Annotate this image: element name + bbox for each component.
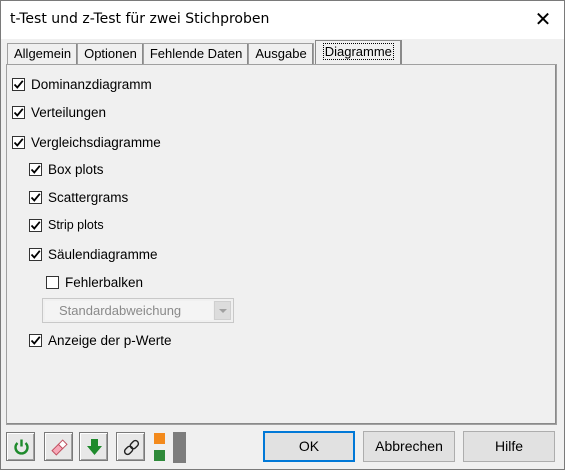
box-plots-checkbox[interactable]: Box plots — [29, 161, 104, 177]
checkmark-icon — [30, 192, 41, 202]
tab-label: Ausgabe — [255, 46, 307, 61]
box-plots-label: Box plots — [48, 161, 104, 177]
p-werte-checkbox[interactable]: Anzeige der p-Werte — [29, 332, 172, 348]
saeulendiagramme-checkbox[interactable]: Säulendiagramme — [29, 246, 158, 262]
fehlerbalken-label: Fehlerbalken — [65, 274, 144, 290]
tab-strip: Allgemein Optionen Fehlende Daten Ausgab… — [7, 40, 402, 64]
title-bar: t-Test und z-Test für zwei Stichproben ✕ — [1, 1, 564, 39]
chevron-down-icon[interactable] — [214, 301, 231, 320]
close-icon: ✕ — [534, 9, 552, 31]
cancel-button[interactable]: Abbrechen — [363, 431, 455, 462]
link-button[interactable] — [116, 432, 145, 461]
reset-button[interactable] — [44, 432, 73, 461]
checkbox-box — [12, 105, 25, 119]
help-button[interactable]: Hilfe — [463, 431, 555, 462]
tab-fehlende-daten[interactable]: Fehlende Daten — [142, 43, 250, 64]
dominanzdiagramm-label: Dominanzdiagramm — [31, 76, 152, 92]
bottom-bar: OK Abbrechen Hilfe — [1, 429, 564, 469]
download-button[interactable] — [79, 432, 108, 461]
checkmark-icon — [30, 335, 41, 345]
vergleichsdiagramme-checkbox[interactable]: Vergleichsdiagramme — [12, 134, 161, 150]
eraser-icon — [51, 439, 68, 456]
tab-optionen[interactable]: Optionen — [77, 43, 144, 64]
verteilungen-label: Verteilungen — [31, 104, 107, 120]
dominanzdiagramm-checkbox[interactable]: Dominanzdiagramm — [12, 76, 152, 92]
checkbox-box — [29, 190, 42, 204]
checkbox-box — [12, 135, 25, 149]
checkmark-icon — [13, 79, 24, 89]
verteilungen-checkbox[interactable]: Verteilungen — [12, 104, 106, 120]
strip-plots-label: Strip plots — [48, 218, 104, 232]
checkmark-icon — [13, 137, 24, 147]
tab-label: Diagramme — [322, 43, 394, 60]
dialog-window: t-Test und z-Test für zwei Stichproben ✕… — [0, 0, 565, 470]
green-swatch — [154, 450, 165, 461]
tab-diagramme[interactable]: Diagramme — [314, 40, 402, 64]
link-icon — [123, 439, 140, 456]
vergleichsdiagramme-label: Vergleichsdiagramme — [31, 134, 161, 150]
checkmark-icon — [30, 220, 41, 230]
checkbox-box — [29, 247, 42, 261]
tab-label: Fehlende Daten — [149, 46, 243, 61]
gray-color-bar — [173, 432, 186, 463]
checkbox-box — [29, 218, 42, 232]
refresh-button[interactable] — [6, 432, 35, 461]
checkbox-box — [12, 77, 25, 91]
refresh-icon — [14, 439, 29, 455]
window-title: t-Test und z-Test für zwei Stichproben — [10, 11, 270, 27]
checkbox-box — [46, 275, 59, 289]
strip-plots-checkbox[interactable]: Strip plots — [29, 217, 104, 233]
checkbox-box — [29, 162, 42, 176]
select-value: Standardabweichung — [45, 301, 213, 320]
tab-allgemein[interactable]: Allgemein — [7, 43, 79, 64]
checkmark-icon — [30, 164, 41, 174]
saeulendiagramme-label: Säulendiagramme — [48, 246, 158, 262]
checkbox-box — [29, 333, 42, 347]
scattergrams-checkbox[interactable]: Scattergrams — [29, 189, 128, 205]
checkmark-icon — [30, 249, 41, 259]
color-selector[interactable] — [153, 432, 187, 463]
ok-button[interactable]: OK — [263, 431, 355, 462]
fehlerbalken-type-select[interactable]: Standardabweichung — [42, 298, 234, 323]
orange-swatch — [154, 433, 165, 444]
tab-label: Allgemein — [14, 46, 72, 61]
p-werte-label: Anzeige der p-Werte — [48, 332, 172, 348]
scattergrams-label: Scattergrams — [48, 189, 129, 205]
checkmark-icon — [13, 107, 24, 117]
fehlerbalken-checkbox[interactable]: Fehlerbalken — [46, 274, 143, 290]
tab-ausgabe[interactable]: Ausgabe — [248, 43, 314, 64]
download-arrow-icon — [87, 439, 102, 455]
close-button[interactable]: ✕ — [532, 9, 554, 31]
tab-label: Optionen — [84, 46, 137, 61]
